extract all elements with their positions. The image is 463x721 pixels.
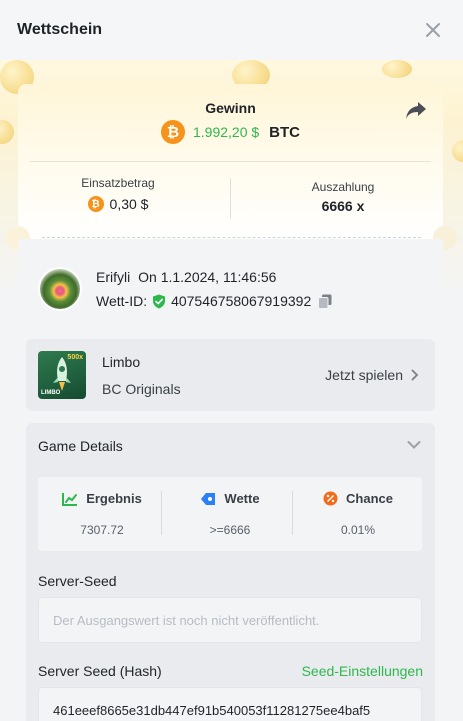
shield-check-icon (153, 294, 166, 308)
chevron-down-icon[interactable] (407, 440, 421, 450)
gain-currency: BTC (269, 123, 300, 141)
server-seed-field[interactable] (38, 597, 422, 643)
game-thumbnail[interactable]: 500x LIMBO (38, 351, 86, 399)
user-info: Erifyli On 1.1.2024, 11:46:56 Wett-ID: 4… (96, 267, 332, 309)
thumb-multiplier: 500x (67, 354, 83, 361)
bet-id-label: Wett-ID: (96, 293, 148, 309)
stat-chance: Chance 0.01% (294, 477, 422, 551)
stat-bet-label: Wette (224, 491, 260, 506)
divider (30, 161, 431, 162)
win-ticket: Gewinn ₿ 1.992,20 $ BTC Einsatzbetrag ₿ … (18, 84, 443, 239)
stat-result-label: Ergebnis (86, 491, 142, 506)
bitcoin-icon: ₿ (87, 196, 104, 212)
stat-chance-label: Chance (346, 491, 393, 506)
server-seed-hash-value: 461eeef8665e31db447ef91b540053f11281275e… (53, 702, 371, 718)
user-row: Erifyli On 1.1.2024, 11:46:56 Wett-ID: 4… (38, 267, 332, 311)
stat-result-header: Ergebnis (38, 491, 166, 506)
server-seed-hash-label: Server Seed (Hash) (38, 663, 162, 679)
stat-bet-header: Wette (166, 491, 294, 506)
game-card[interactable]: 500x LIMBO Limbo BC Originals Jetzt spie… (26, 339, 435, 411)
coin-decoration (452, 140, 463, 162)
game-details-panel: Game Details Ergebnis 7307.72 Wette >=66… (26, 423, 435, 721)
payout-value: 6666 x (321, 198, 365, 214)
seed-settings-link[interactable]: Seed-Einstellungen (302, 663, 423, 679)
stake-value-row: ₿ 0,30 $ (18, 196, 218, 212)
gain-row: ₿ 1.992,20 $ BTC (18, 120, 443, 144)
game-provider: BC Originals (102, 381, 181, 397)
gain-label: Gewinn (205, 100, 256, 116)
divider (161, 491, 162, 535)
share-icon[interactable] (405, 100, 427, 120)
modal-header: Wettschein (0, 0, 463, 60)
coin-decoration (0, 120, 14, 144)
server-seed-hash-field[interactable]: 461eeef8665e31db447ef91b540053f11281275e… (38, 687, 422, 721)
game-stats-box: Ergebnis 7307.72 Wette >=6666 Chance 0.0… (38, 477, 422, 551)
thumb-title: LIMBO (41, 390, 61, 396)
stat-chance-header: Chance (294, 491, 422, 506)
result-icon (62, 492, 78, 506)
game-details-title[interactable]: Game Details (38, 438, 123, 454)
stake-value: 0,30 $ (109, 196, 149, 212)
bitcoin-icon: ₿ (161, 120, 185, 144)
user-line: Erifyli On 1.1.2024, 11:46:56 (96, 269, 332, 285)
stake-stat: Einsatzbetrag ₿ 0,30 $ (18, 176, 218, 212)
bet-slip-body: Gewinn ₿ 1.992,20 $ BTC Einsatzbetrag ₿ … (0, 60, 463, 721)
modal-title: Wettschein (17, 21, 103, 38)
ticket-tear-line (42, 237, 421, 238)
play-now-link[interactable]: Jetzt spielen (325, 367, 419, 383)
chevron-right-icon (411, 369, 419, 381)
percent-icon (323, 491, 338, 506)
play-now-label: Jetzt spielen (325, 367, 403, 383)
game-name: Limbo (102, 354, 141, 370)
bet-id-value: 407546758067919392 (171, 293, 312, 309)
bet-info-panel: Erifyli On 1.1.2024, 11:46:56 Wett-ID: 4… (18, 239, 443, 721)
payout-label: Auszahlung (311, 180, 375, 194)
coin-decoration (382, 60, 412, 78)
avatar[interactable] (38, 267, 82, 311)
server-seed-label: Server-Seed (38, 573, 117, 589)
stat-result-value: 7307.72 (80, 523, 124, 537)
stat-bet-value: >=6666 (209, 523, 251, 537)
server-seed-input[interactable] (53, 612, 407, 628)
user-name[interactable]: Erifyli (96, 269, 130, 285)
stat-chance-value: 0.01% (340, 523, 376, 537)
copy-icon[interactable] (318, 294, 332, 309)
close-icon[interactable] (425, 22, 441, 38)
stat-bet: Wette >=6666 (166, 477, 294, 551)
payout-stat: Auszahlung 6666 x (243, 180, 443, 214)
stake-label: Einsatzbetrag (81, 176, 155, 190)
bet-id-row: Wett-ID: 407546758067919392 (96, 293, 332, 309)
bet-tag-icon (201, 492, 216, 505)
divider (292, 491, 293, 535)
divider (230, 178, 231, 218)
bet-date: On 1.1.2024, 11:46:56 (138, 269, 277, 285)
gain-amount: 1.992,20 $ (193, 124, 260, 140)
stat-result: Ergebnis 7307.72 (38, 477, 166, 551)
